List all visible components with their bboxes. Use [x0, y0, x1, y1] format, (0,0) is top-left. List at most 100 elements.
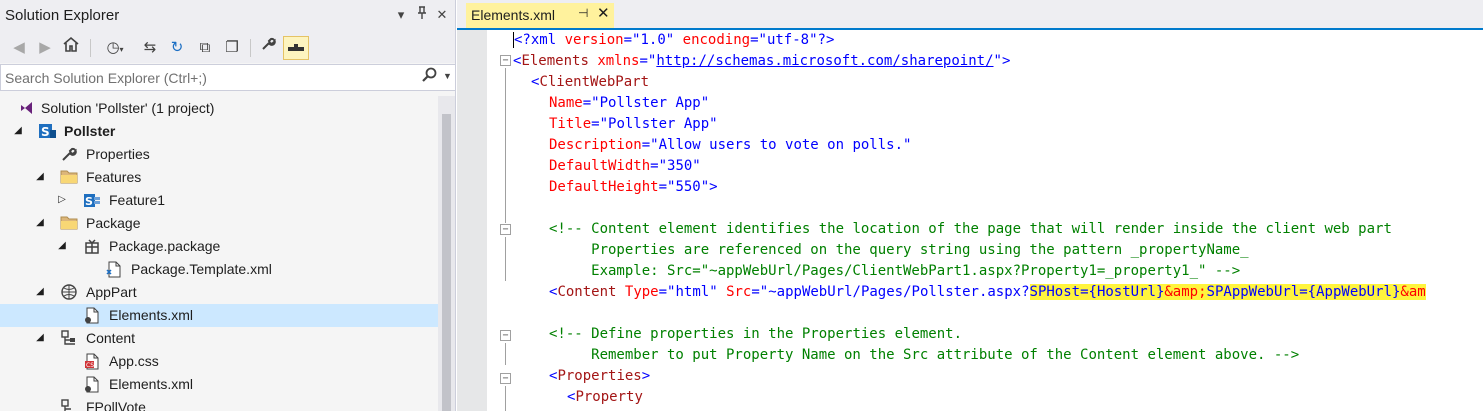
highlighted-token: SPHost={HostUrl}	[1029, 284, 1165, 300]
tree-item-package-template-xml[interactable]: Package.Template.xml	[0, 258, 438, 281]
tree-item-label: Elements.xml	[109, 376, 194, 392]
expanded-triangle-icon[interactable]: ◢	[12, 123, 24, 139]
sharepoint-project-icon: S	[38, 123, 56, 140]
svg-text:S: S	[85, 195, 93, 208]
tree-item-properties[interactable]: Properties	[0, 143, 438, 166]
solution-explorer-toolbar: ◀ ▶ ◷▾ ⇆ ↻ ⧉ ❐	[0, 32, 455, 63]
back-icon[interactable]: ◀	[8, 36, 30, 60]
package-icon	[83, 238, 101, 255]
search-options-dropdown-icon[interactable]: ▼	[443, 71, 452, 81]
collapse-region-icon[interactable]: −	[500, 330, 511, 341]
tree-item-label: Package.package	[109, 238, 221, 254]
solution-explorer-title: Solution Explorer	[5, 7, 120, 24]
tree-item-label: Package.Template.xml	[131, 261, 272, 277]
code-editor-pane: Elements.xml ⊣ ✕ − − − − <?xml version="…	[457, 0, 1483, 411]
collapsed-triangle-icon[interactable]: ▷	[56, 192, 68, 208]
xmlns-link[interactable]: http://schemas.microsoft.com/sharepoint/	[656, 53, 993, 69]
expanded-triangle-icon[interactable]: ◢	[34, 215, 46, 231]
folder-icon	[60, 215, 78, 232]
indicator-margin	[457, 30, 487, 411]
collapse-all-icon[interactable]: ⧉	[194, 36, 216, 60]
toolbar-separator	[90, 39, 91, 57]
code-line-6: Description="Allow users to vote on poll…	[549, 137, 912, 153]
wrench-icon	[60, 146, 78, 163]
code-line-1: <?xml version="1.0" encoding="utf-8"?>	[513, 32, 835, 48]
css-file-icon: CSS	[83, 353, 101, 370]
code-line-12: Example: Src="~appWebUrl/Pages/ClientWeb…	[549, 263, 1241, 279]
tab-close-icon[interactable]: ✕	[597, 4, 610, 22]
tree-item-app-css[interactable]: CSS App.css	[0, 350, 438, 373]
code-line-17: <Properties>	[549, 368, 651, 384]
highlighted-token: SPAppWebUrl={AppWebUrl}	[1206, 284, 1401, 300]
outline-guide	[505, 386, 506, 411]
expanded-triangle-icon[interactable]: ◢	[34, 169, 46, 185]
sync-with-active-document-icon[interactable]: ⇆	[139, 36, 161, 60]
code-line-8: DefaultHeight="550">	[549, 179, 718, 195]
scrollbar-thumb[interactable]	[442, 114, 451, 411]
expanded-triangle-icon[interactable]: ◢	[34, 330, 46, 346]
expanded-triangle-icon[interactable]: ◢	[34, 284, 46, 300]
highlighted-token: &amp;	[1164, 284, 1207, 300]
code-line-10: <!-- Content element identifies the loca…	[549, 221, 1392, 237]
tree-item-solution[interactable]: Solution 'Pollster' (1 project)	[0, 97, 438, 120]
xml-file-icon	[83, 376, 101, 393]
tree-item-content-elements-xml[interactable]: Elements.xml	[0, 373, 438, 396]
tab-elements-xml[interactable]: Elements.xml ⊣ ✕	[466, 3, 614, 28]
tree-item-apppart[interactable]: ◢ AppPart	[0, 281, 438, 304]
show-all-files-icon[interactable]: ❐	[221, 36, 243, 60]
xml-file-icon	[83, 307, 101, 324]
preview-selected-items-icon[interactable]	[283, 36, 309, 60]
tree-item-label: Package	[86, 215, 141, 231]
home-icon[interactable]	[60, 36, 82, 60]
tree-item-fpollvote[interactable]: FPollVote	[0, 396, 438, 411]
tree-item-label: Features	[86, 169, 142, 185]
tab-label: Elements.xml	[471, 7, 556, 23]
code-line-11: Properties are referenced on the query s…	[549, 242, 1249, 258]
refresh-icon[interactable]: ↻	[166, 36, 188, 60]
highlighted-token: &am	[1400, 284, 1426, 300]
auto-hide-pin-icon[interactable]	[414, 6, 430, 24]
tree-item-label: FPollVote	[86, 399, 146, 411]
tree-item-content[interactable]: ◢ Content	[0, 327, 438, 350]
collapse-region-icon[interactable]: −	[500, 224, 511, 235]
collapse-region-icon[interactable]: −	[500, 373, 511, 384]
xml-file-icon	[105, 261, 123, 278]
solution-explorer-title-bar: Solution Explorer ▾ ✕	[0, 0, 455, 32]
close-panel-icon[interactable]: ✕	[434, 6, 450, 24]
window-position-dropdown-icon[interactable]: ▾	[393, 6, 409, 24]
expanded-triangle-icon[interactable]: ◢	[56, 238, 68, 254]
tree-item-package-folder[interactable]: ◢ Package	[0, 212, 438, 235]
tree-item-pollster-project[interactable]: ◢ S Pollster	[0, 120, 438, 143]
code-line-3: <ClientWebPart	[531, 74, 650, 90]
tree-item-package-package[interactable]: ◢ Package.package	[0, 235, 438, 258]
forward-icon[interactable]: ▶	[34, 36, 56, 60]
search-icon[interactable]	[421, 67, 437, 88]
outline-guide	[505, 343, 506, 365]
properties-wrench-icon[interactable]	[257, 36, 279, 60]
document-tab-strip: Elements.xml ⊣ ✕	[457, 0, 1483, 30]
tree-item-label: Properties	[86, 146, 150, 162]
visual-studio-solution-icon	[18, 100, 36, 117]
solution-explorer-search-box: ▼	[0, 64, 455, 91]
search-input[interactable]	[5, 68, 405, 88]
code-line-7: DefaultWidth="350"	[549, 158, 701, 174]
solution-explorer-panel: Solution Explorer ▾ ✕ ◀ ▶ ◷▾ ⇆ ↻ ⧉ ❐ ▼	[0, 0, 456, 411]
tree-item-label: Feature1	[109, 192, 166, 208]
tree-item-label: Content	[86, 330, 136, 346]
tree-item-feature1[interactable]: ▷ S Feature1	[0, 189, 438, 212]
pending-changes-filter-icon[interactable]: ◷▾	[100, 36, 130, 60]
folder-icon	[60, 169, 78, 186]
tree-item-apppart-elements-xml[interactable]: Elements.xml	[0, 304, 438, 327]
code-line-13: <Content Type="html" Src="~appWebUrl/Pag…	[549, 284, 1426, 300]
tab-pin-icon[interactable]: ⊣	[578, 6, 588, 20]
module-icon	[60, 399, 78, 411]
code-line-18: <Property	[567, 389, 643, 405]
code-line-15: <!-- Define properties in the Properties…	[549, 326, 963, 342]
solution-explorer-scrollbar[interactable]	[438, 96, 455, 411]
code-area[interactable]: − − − − <?xml version="1.0" encoding="ut…	[489, 30, 1483, 411]
collapse-region-icon[interactable]: −	[500, 55, 511, 66]
tree-item-features[interactable]: ◢ Features	[0, 166, 438, 189]
tree-item-label: App.css	[109, 353, 159, 369]
tree-item-label: Elements.xml	[109, 307, 194, 323]
outline-guide	[505, 237, 506, 281]
